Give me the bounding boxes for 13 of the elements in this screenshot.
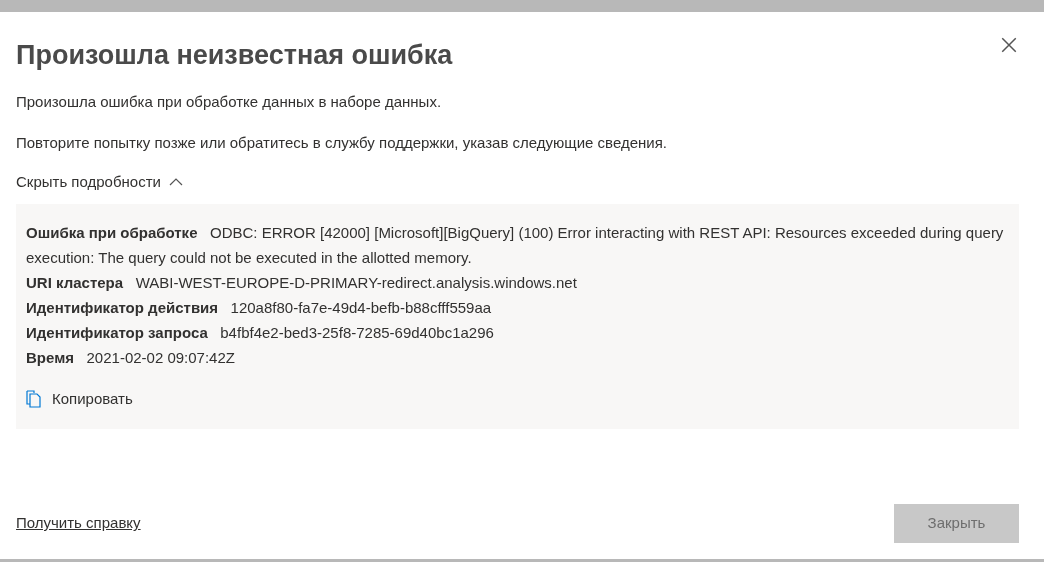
message-text: Произошла ошибка при обработке данных в наборе данных. [16,92,442,112]
detail-text: URI кластера WABI-WEST-EUROPE-D-PRIMARY-redirect.analysis.windows.net [26,273,578,293]
detail-text: Идентификатор действия 120a8f80-fa7e-49d4-befb-b88cfff559aa [26,298,493,318]
details-toggle[interactable]: Скрыть подробности [16,172,183,192]
detail-text: Ошибка при обработке ODBC: ERROR [42000] [Microsoft][BigQuery] (100) Error interacting with REST API: Resources exceeded during query execution: The query could not be executed in the allotted memory. [26,223,1005,268]
copy-icon [26,390,42,409]
close-icon[interactable] [1000,36,1018,54]
detail-text: Время 2021-02-02 09:07:42Z [26,348,236,368]
message-text: Повторите попытку позже или обратитесь в службу поддержки, указав следующие сведения. [16,133,667,153]
help-link[interactable]: Получить справку [16,512,141,535]
detail-text: Идентификатор запроса b4fbf4e2-bed3-25f8-7285-69d40bc1a296 [26,323,495,343]
copy-button[interactable]: Копировать [26,388,133,411]
dialog-title: Произошла неизвестная ошибка [16,39,453,72]
